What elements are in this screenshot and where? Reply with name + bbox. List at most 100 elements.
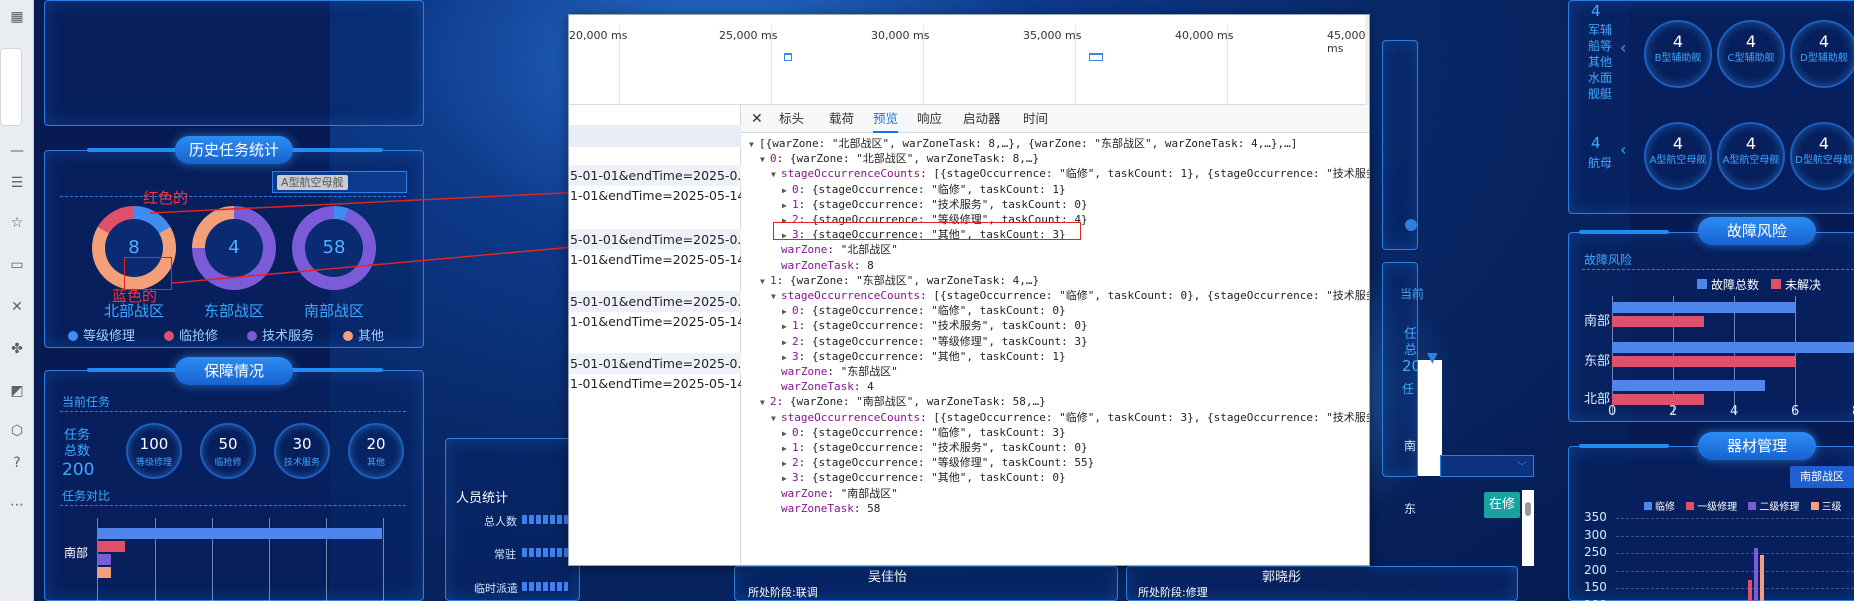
- cube-icon[interactable]: ⬡: [0, 420, 34, 442]
- equipment-bar[interactable]: [1760, 555, 1764, 601]
- request-row[interactable]: 5-01-01&endTime=2025-0...: [569, 165, 741, 186]
- tab-3[interactable]: 响应: [917, 105, 942, 133]
- timeline-scrollbar[interactable]: [1365, 15, 1369, 105]
- chart-icon[interactable]: ◩: [0, 380, 34, 402]
- mid-select[interactable]: ﹀: [1440, 455, 1534, 477]
- equipment-filter[interactable]: 南部战区: [1790, 466, 1854, 488]
- ship-item[interactable]: 4 D型辅助舰: [1790, 20, 1854, 88]
- more-icon[interactable]: ⋯: [0, 494, 34, 516]
- filter-icon[interactable]: ▼: [1427, 350, 1438, 366]
- equipment-bar[interactable]: [1748, 580, 1752, 601]
- json-line[interactable]: ▼ stageOccurrenceCounts: [{stageOccurrenc…: [771, 166, 1369, 183]
- expand-triangle-icon[interactable]: ▼: [760, 395, 770, 411]
- stat-emergency[interactable]: 50 临抢修: [200, 423, 256, 479]
- expand-triangle-icon[interactable]: ▼: [760, 152, 770, 168]
- json-line[interactable]: ▼ [{warZone: "北部战区", warZoneTask: 8,…}, {…: [749, 136, 1297, 152]
- close-icon[interactable]: ✕: [751, 105, 763, 133]
- fault-bar[interactable]: [1612, 394, 1704, 405]
- tab-4[interactable]: 启动器: [963, 105, 1001, 133]
- fault-bar[interactable]: [1612, 302, 1795, 313]
- ship-item[interactable]: 4 B型辅助舰: [1644, 20, 1712, 88]
- request-row[interactable]: 5-01-01&endTime=2025-0...: [569, 353, 741, 374]
- star-icon[interactable]: ☆: [0, 212, 34, 234]
- sliders-icon[interactable]: ☰: [0, 172, 34, 194]
- donut-south[interactable]: 58: [292, 206, 376, 290]
- json-line[interactable]: warZone: "南部战区": [771, 486, 898, 502]
- timeline-request-mark[interactable]: [1089, 53, 1103, 61]
- json-line[interactable]: ▼ stageOccurrenceCounts: [{stageOccurrenc…: [771, 288, 1369, 305]
- json-line[interactable]: warZoneTask: 58: [771, 501, 880, 517]
- request-list[interactable]: 5-01-01&endTime=2025-0... 1-01&endTime=20…: [569, 105, 741, 565]
- compare-bar-level[interactable]: [97, 528, 382, 539]
- scrollbar-thumb[interactable]: [1525, 502, 1531, 516]
- json-line[interactable]: ▶ 2: {stageOccurrence: "等级修理", taskCount:…: [782, 455, 1094, 471]
- json-line[interactable]: warZoneTask: 8: [771, 258, 874, 274]
- help-icon[interactable]: ?: [0, 452, 34, 474]
- expand-triangle-icon[interactable]: ▼: [771, 167, 781, 183]
- json-line[interactable]: ▶ 3: {stageOccurrence: "其他", taskCount: 1…: [782, 349, 1066, 365]
- json-line[interactable]: ▶ 1: {stageOccurrence: "技术服务", taskCount:…: [782, 440, 1088, 456]
- chevron-left-icon[interactable]: ‹: [1620, 140, 1626, 159]
- json-line[interactable]: warZone: "北部战区": [771, 242, 898, 258]
- json-line[interactable]: ▼ stageOccurrenceCounts: [{stageOccurrenc…: [771, 410, 1369, 427]
- timeline-request-mark[interactable]: [784, 53, 792, 61]
- legend-tech[interactable]: 技术服务: [247, 325, 314, 344]
- tools-icon[interactable]: ✕: [0, 296, 34, 318]
- chevron-left-icon[interactable]: ‹: [1620, 38, 1626, 57]
- compare-bar-other[interactable]: [97, 567, 111, 578]
- legend-other[interactable]: 其他: [343, 325, 384, 344]
- ship-item[interactable]: 4 C型辅助舰: [1717, 20, 1785, 88]
- fault-bar[interactable]: [1612, 342, 1854, 353]
- fault-legend-total[interactable]: 故障总数: [1697, 276, 1759, 293]
- network-timeline[interactable]: 20,000 ms 25,000 ms 30,000 ms 35,000 ms 40,0…: [569, 15, 1369, 105]
- request-row[interactable]: 5-01-01&endTime=2025-0...: [569, 291, 741, 312]
- json-preview[interactable]: ▼ [{warZone: "北部战区", warZoneTask: 8,…}, {…: [741, 134, 1369, 565]
- json-line[interactable]: warZoneTask: 4: [771, 379, 874, 395]
- fault-bar[interactable]: [1612, 316, 1704, 327]
- json-line[interactable]: ▼ 1: {warZone: "东部战区", warZoneTask: 4,…}: [760, 273, 1039, 289]
- expand-triangle-icon[interactable]: ▼: [771, 289, 781, 305]
- grid-icon[interactable]: ▦: [0, 6, 34, 28]
- json-line[interactable]: ▶ 2: {stageOccurrence: "等级修理", taskCount:…: [782, 334, 1088, 350]
- request-row[interactable]: 1-01&endTime=2025-05-14: [569, 185, 741, 206]
- request-row[interactable]: 1-01&endTime=2025-05-14: [569, 249, 741, 270]
- legend-level-repair[interactable]: 等级修理: [68, 325, 135, 344]
- equipment-bar[interactable]: [1754, 548, 1758, 601]
- donut-east[interactable]: 4: [192, 206, 276, 290]
- tab-0[interactable]: 标头: [779, 105, 804, 133]
- expand-triangle-icon[interactable]: ▼: [760, 274, 770, 290]
- request-row[interactable]: 1-01&endTime=2025-05-14: [569, 373, 741, 394]
- puzzle-icon[interactable]: ✤: [0, 338, 34, 360]
- json-line[interactable]: ▶ 0: {stageOccurrence: "临修", taskCount: 3…: [782, 425, 1066, 441]
- carrier-item[interactable]: 4 D型航空母舰: [1790, 122, 1854, 190]
- expand-triangle-icon[interactable]: ▼: [749, 137, 759, 153]
- monitor-icon[interactable]: ▭: [0, 254, 34, 276]
- fault-bar[interactable]: [1612, 356, 1795, 367]
- json-line[interactable]: ▶ 1: {stageOccurrence: "技术服务", taskCount:…: [782, 197, 1088, 213]
- equipment-legend-item-3[interactable]: 三级: [1810, 502, 1842, 513]
- json-line[interactable]: ▼ 0: {warZone: "北部战区", warZoneTask: 8,…}: [760, 151, 1039, 167]
- json-line[interactable]: ▶ 0: {stageOccurrence: "临修", taskCount: 0…: [782, 303, 1066, 319]
- tab-1[interactable]: 载荷: [829, 105, 854, 133]
- expand-triangle-icon[interactable]: ▼: [771, 411, 781, 427]
- status-repairing[interactable]: 在修: [1484, 492, 1520, 518]
- fault-bar[interactable]: [1612, 380, 1765, 391]
- equipment-legend-item-0[interactable]: 临修: [1644, 502, 1675, 513]
- json-line[interactable]: warZone: "东部战区": [771, 364, 898, 380]
- request-row[interactable]: 5-01-01&endTime=2025-0...: [569, 229, 741, 250]
- stat-level-repair[interactable]: 100 等级修理: [126, 423, 182, 479]
- compare-bar-emergency[interactable]: [97, 541, 125, 552]
- compare-bar-tech[interactable]: [97, 554, 111, 565]
- carrier-item[interactable]: 4 A型航空母舰: [1644, 122, 1712, 190]
- ship-select[interactable]: A型航空母舰: [272, 171, 407, 193]
- json-line[interactable]: ▶ 0: {stageOccurrence: "临修", taskCount: 1…: [782, 182, 1066, 198]
- tab-2[interactable]: 预览: [873, 105, 899, 133]
- legend-emergency[interactable]: 临抢修: [164, 325, 218, 344]
- json-line[interactable]: ▶ 3: {stageOccurrence: "其他", taskCount: 0…: [782, 470, 1066, 486]
- json-line[interactable]: ▼ 2: {warZone: "南部战区", warZoneTask: 58,…}: [760, 394, 1046, 410]
- json-line[interactable]: ▶ 1: {stageOccurrence: "技术服务", taskCount:…: [782, 318, 1088, 334]
- stat-tech[interactable]: 30 技术服务: [274, 423, 330, 479]
- scrollbar[interactable]: [1522, 490, 1534, 566]
- carrier-item[interactable]: 4 A型航空母舰: [1717, 122, 1785, 190]
- fault-legend-unresolved[interactable]: 未解决: [1771, 276, 1821, 293]
